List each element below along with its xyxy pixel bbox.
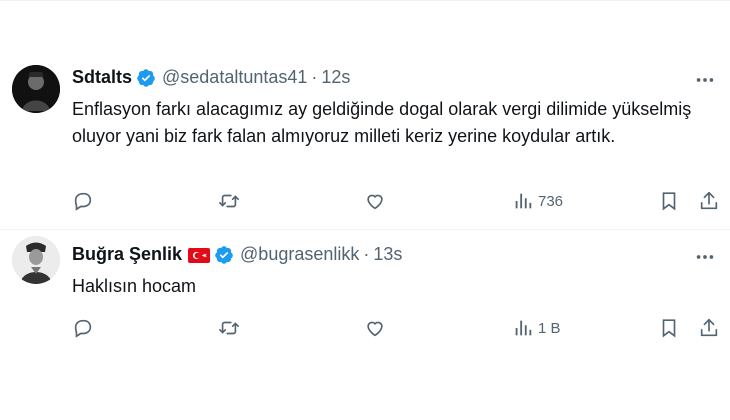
tweet-actions: 1 B bbox=[72, 316, 722, 340]
avatar-sdtalts[interactable] bbox=[12, 65, 60, 113]
share-icon bbox=[700, 318, 718, 337]
share-button[interactable] bbox=[698, 316, 720, 340]
bookmark-icon bbox=[662, 319, 676, 338]
share-button[interactable] bbox=[698, 189, 720, 213]
views-icon bbox=[515, 320, 532, 336]
turkey-flag-icon bbox=[188, 247, 211, 263]
bookmark-button[interactable] bbox=[658, 316, 680, 340]
tweet-actions: 736 bbox=[72, 189, 722, 213]
timestamp[interactable]: 13s bbox=[373, 244, 402, 265]
views-count: 1 B bbox=[538, 319, 561, 337]
verified-badge-icon bbox=[214, 245, 234, 265]
tweet-2[interactable]: Buğra Şenlik @bugrasenlikk · 13s Haklısı… bbox=[0, 228, 730, 358]
tweet-header: Sdtalts @sedataltuntas41 · 12s bbox=[72, 67, 350, 88]
like-icon bbox=[367, 194, 383, 210]
display-name[interactable]: Sdtalts bbox=[72, 67, 132, 88]
separator-dot: · bbox=[363, 244, 370, 264]
avatar-bugrasenlik[interactable] bbox=[12, 236, 60, 284]
tweet-text: Haklısın hocam bbox=[72, 276, 197, 296]
retweet-button[interactable] bbox=[218, 316, 240, 340]
more-icon[interactable] bbox=[694, 69, 716, 91]
display-name[interactable]: Buğra Şenlik bbox=[72, 244, 182, 265]
retweet-icon bbox=[219, 321, 239, 335]
views-button[interactable]: 736 bbox=[512, 189, 563, 213]
verified-badge-icon bbox=[136, 68, 156, 88]
like-button[interactable] bbox=[364, 316, 386, 340]
timestamp[interactable]: 12s bbox=[321, 67, 350, 88]
views-icon bbox=[515, 193, 532, 209]
tweet-header: Buğra Şenlik @bugrasenlikk · 13s bbox=[72, 244, 402, 265]
bookmark-icon bbox=[662, 192, 676, 211]
more-icon[interactable] bbox=[694, 246, 716, 268]
tweet-1[interactable]: Sdtalts @sedataltuntas41 · 12s Enflasyon… bbox=[0, 0, 730, 230]
like-icon bbox=[367, 321, 383, 337]
tweet-text: Enflasyon farkı alacagımız ay geldiğinde… bbox=[72, 99, 692, 146]
like-button[interactable] bbox=[364, 189, 386, 213]
bookmark-button[interactable] bbox=[658, 189, 680, 213]
reply-button[interactable] bbox=[72, 316, 94, 340]
separator-dot: · bbox=[311, 67, 318, 87]
reply-icon bbox=[74, 319, 92, 338]
reply-button[interactable] bbox=[72, 189, 94, 213]
views-count: 736 bbox=[538, 192, 564, 210]
share-icon bbox=[700, 191, 718, 210]
user-handle[interactable]: @bugrasenlikk bbox=[240, 244, 359, 265]
retweet-button[interactable] bbox=[218, 189, 240, 213]
reply-icon bbox=[74, 192, 92, 211]
user-handle[interactable]: @sedataltuntas41 bbox=[162, 67, 307, 88]
views-button[interactable]: 1 B bbox=[512, 316, 561, 340]
retweet-icon bbox=[219, 194, 239, 208]
